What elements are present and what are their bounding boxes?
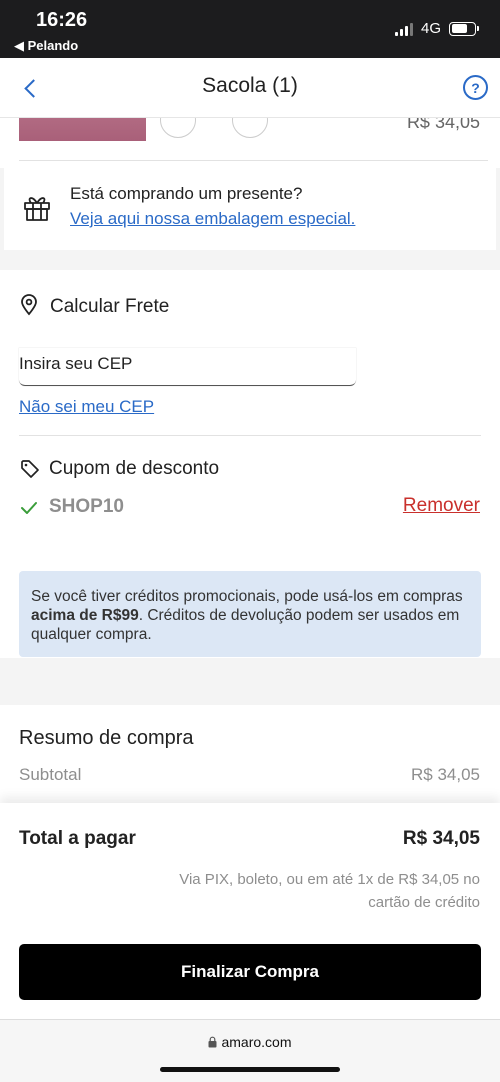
tag-icon [21,460,39,478]
gift-icon [24,197,50,221]
product-image[interactable] [19,118,146,141]
lock-icon [208,1036,217,1048]
total-panel: Total a pagar R$ 34,05 Via PIX, boleto, … [0,803,500,1019]
url-row[interactable]: amaro.com [0,1034,500,1050]
signal-icon [394,22,413,36]
divider [19,435,481,436]
summary-card: Resumo de compra Subtotal R$ 34,05 [0,705,500,805]
credits-info-box: Se você tiver créditos promocionais, pod… [19,571,481,657]
network-label: 4G [420,20,441,37]
url-domain: amaro.com [221,1034,292,1050]
status-bar: 16:26 ◀ Pelando 4G [0,0,500,58]
cart-item: R$ 34,05 [0,118,500,168]
cep-input[interactable] [19,354,349,374]
remove-coupon-link[interactable]: Remover [403,495,480,517]
summary-title: Resumo de compra [19,727,194,749]
coupon-title: Cupom de desconto [49,458,220,479]
gift-wrap-link[interactable]: Veja aqui nossa embalagem especial. [70,209,355,229]
subtotal-label: Subtotal [19,765,82,784]
battery-icon [449,21,479,36]
checkout-button[interactable]: Finalizar Compra [19,944,481,1000]
gift-title: Está comprando um presente? [70,184,303,203]
status-time: 16:26 [36,9,88,31]
payment-note: Via PIX, boleto, ou em até 1x de R$ 34,0… [179,871,480,911]
status-indicators: 4G [394,20,479,37]
divider [19,160,488,161]
quantity-increase-button[interactable] [232,118,268,138]
browser-url-bar[interactable]: amaro.com [0,1019,500,1082]
help-icon[interactable]: ? [463,75,488,100]
freight-coupon-card: Calcular Frete Não sei meu CEP Cupom de … [0,270,500,658]
cep-field [19,348,356,386]
freight-title: Calcular Frete [50,296,170,317]
home-indicator [160,1067,340,1072]
info-text-bold: acima de R$99 [31,607,139,624]
total-value: R$ 34,05 [402,828,480,849]
subtotal-value: R$ 34,05 [411,765,480,784]
coupon-code: SHOP10 [49,496,124,517]
check-icon [21,502,37,514]
cep-help-link[interactable]: Não sei meu CEP [19,397,154,417]
back-to-app-link[interactable]: ◀ Pelando [14,38,78,54]
map-pin-icon [21,294,37,316]
page-title: Sacola (1) [202,74,298,97]
app-header: Sacola (1) ? [0,58,500,118]
total-label: Total a pagar [19,828,136,849]
info-text-start: Se você tiver créditos promocionais, pod… [31,588,463,605]
gift-wrap-card: Está comprando um presente? Veja aqui no… [4,168,496,250]
quantity-decrease-button[interactable] [160,118,196,138]
product-price: R$ 34,05 [406,118,480,132]
